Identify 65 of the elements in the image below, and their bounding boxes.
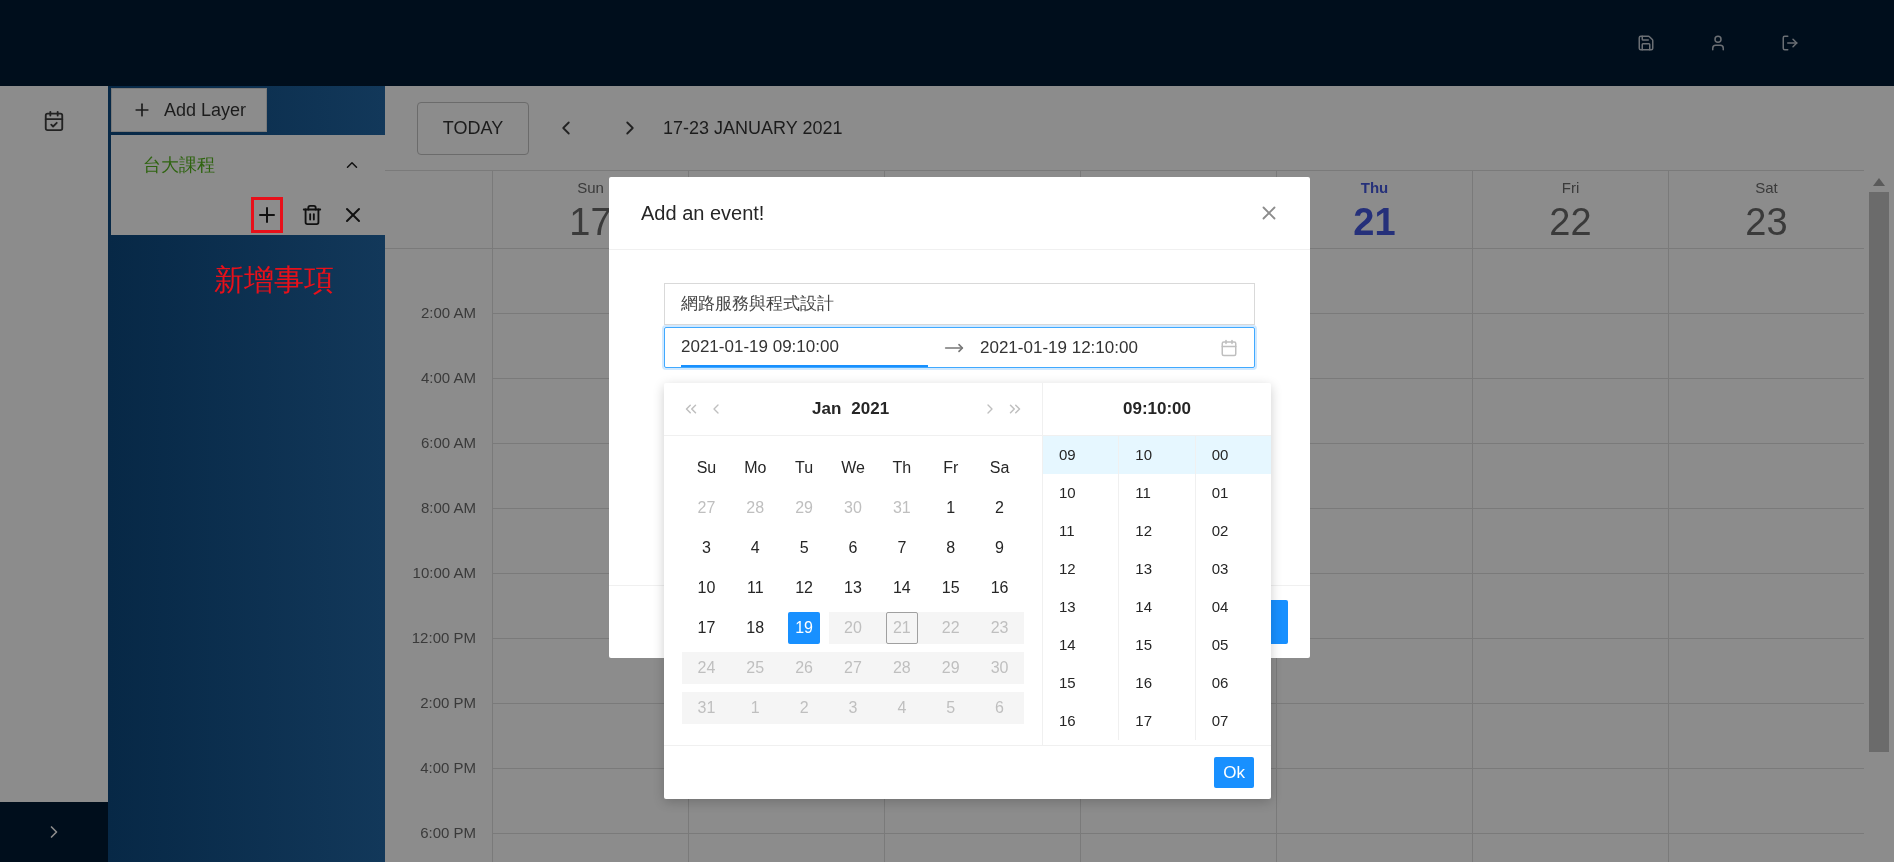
add-event-highlight[interactable] (251, 197, 283, 233)
time-display: 09:10:00 (1122, 398, 1192, 421)
time-label: 6:00 PM (420, 823, 476, 844)
save-icon[interactable] (1637, 34, 1655, 52)
logout-icon[interactable] (1781, 34, 1799, 52)
day-cell[interactable]: 1 (934, 492, 967, 524)
time-option[interactable]: 10 (1119, 436, 1195, 474)
day-cell[interactable]: 15 (934, 572, 967, 604)
date-number: 23 (1745, 199, 1788, 244)
month-label[interactable]: Jan (812, 396, 842, 422)
weekday-label: Thu (1360, 178, 1389, 198)
time-label: 6:00 AM (420, 433, 476, 454)
time-label: 4:00 PM (420, 758, 476, 779)
annotation-text: 新增事項 (214, 262, 334, 298)
time-label: 8:00 AM (420, 498, 476, 519)
scrollbar-thumb[interactable] (1869, 192, 1889, 752)
day-cell[interactable]: 2 (983, 492, 1016, 524)
day-cell[interactable]: 6 (837, 532, 869, 564)
weekday-label: Sa (988, 458, 1011, 478)
dialog-title: Add an event! (641, 201, 765, 226)
day-cell[interactable]: 14 (885, 572, 918, 604)
date-number: 21 (1353, 199, 1396, 244)
weekday-label: Fr (942, 458, 960, 478)
time-label: 12:00 PM (411, 628, 476, 649)
day-cell[interactable]: 4 (739, 532, 772, 564)
user-icon[interactable] (1709, 34, 1727, 52)
day-cell[interactable]: 3 (690, 532, 723, 564)
start-date-input[interactable]: 2021-01-19 09:10:00 (681, 328, 928, 367)
time-option[interactable]: 00 (1195, 436, 1271, 474)
day-cell[interactable]: 18 (739, 612, 772, 644)
weekday-label: Su (695, 458, 718, 478)
calendar-icon[interactable] (43, 110, 65, 132)
date-number: 22 (1549, 199, 1592, 244)
trash-icon[interactable] (301, 204, 323, 226)
day-cell[interactable]: 7 (885, 532, 918, 564)
date-number: 17 (569, 199, 612, 244)
day-cell[interactable]: 8 (934, 532, 967, 564)
day-cell[interactable]: 9 (983, 532, 1016, 564)
weekday-label: Fri (1561, 178, 1580, 198)
weekday-label: We (840, 458, 866, 478)
time-label: 2:00 AM (420, 303, 476, 324)
day-cell[interactable]: 11 (739, 572, 772, 604)
weekday-label: Sun (577, 178, 604, 198)
week-range: 17-23 JANUARY 2021 (663, 116, 843, 140)
time-label: 2:00 PM (420, 693, 476, 714)
date-range-field[interactable]: 2021-01-19 09:10:00 2021-01-19 12:10:00 (664, 327, 1255, 368)
time-label: 10:00 AM (412, 563, 476, 584)
weekday-label: Th (891, 458, 913, 478)
day-cell[interactable]: 16 (983, 572, 1016, 604)
year-label[interactable]: 2021 (851, 396, 890, 422)
time-option[interactable]: 09 (1043, 436, 1119, 474)
weekday-label: Tu (794, 458, 815, 478)
end-date-input[interactable]: 2021-01-19 12:10:00 (980, 334, 1220, 361)
event-name-field[interactable]: 網路服務與程式設計 (664, 283, 1255, 325)
today-button[interactable]: TODAY (417, 101, 529, 155)
add-layer-button[interactable]: Add Layer (111, 88, 267, 132)
day-cell[interactable]: 10 (690, 572, 723, 604)
day-cell[interactable]: 5 (788, 532, 821, 564)
day-cell[interactable]: 13 (837, 572, 869, 604)
day-cell[interactable]: 17 (690, 612, 723, 644)
scroll-up-icon[interactable] (1873, 178, 1885, 186)
weekday-label: Sat (1755, 178, 1778, 198)
day-cell[interactable]: 12 (788, 572, 821, 604)
weekday-label: Mo (743, 458, 768, 478)
time-label: 4:00 AM (420, 368, 476, 389)
